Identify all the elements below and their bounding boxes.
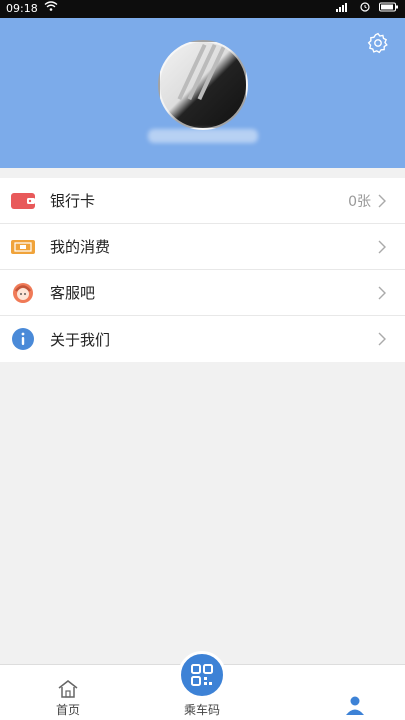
chevron-right-icon <box>378 332 386 346</box>
tab-qr-code-label: 乘车码 <box>183 703 220 717</box>
chevron-right-icon <box>378 194 386 207</box>
menu-item-customer-service[interactable]: 客服吧 <box>0 270 405 316</box>
tab-home-label: 首页 <box>55 703 80 717</box>
tab-mine[interactable] <box>335 688 375 718</box>
customer-service-icon <box>10 280 36 306</box>
tab-home[interactable]: 首页 <box>48 673 88 718</box>
menu-item-my-consumption[interactable]: 我的消费 <box>0 224 405 270</box>
menu-item-label: 银行卡 <box>50 192 96 210</box>
user-icon <box>346 696 364 715</box>
status-time: 09:18 <box>6 2 38 15</box>
status-bar: 09:18 <box>0 0 405 18</box>
bottom-tab-bar: 首页 乘车码 <box>0 651 405 720</box>
status-right <box>330 0 399 18</box>
alarm-icon <box>359 2 374 15</box>
ticket-icon <box>10 234 36 260</box>
menu-item-label: 我的消费 <box>50 238 111 256</box>
gear-icon[interactable] <box>367 32 389 54</box>
menu-item-about-us[interactable]: 关于我们 <box>0 316 405 362</box>
menu-list: 银行卡 0张 我的消费 客服吧 关于我们 <box>0 178 405 362</box>
tab-qr-code[interactable]: 乘车码 <box>172 651 232 718</box>
qr-code-icon <box>178 651 226 699</box>
chevron-right-icon <box>378 240 386 253</box>
signal-icon <box>336 2 354 15</box>
profile-header <box>0 18 405 168</box>
home-icon <box>58 680 78 698</box>
chevron-right-icon <box>378 286 386 299</box>
bank-card-count: 0张 <box>348 193 371 210</box>
info-icon <box>10 326 36 352</box>
menu-item-bank-card[interactable]: 银行卡 0张 <box>0 178 405 224</box>
wallet-icon <box>10 188 36 214</box>
menu-item-label: 客服吧 <box>50 284 96 302</box>
battery-icon <box>379 2 399 15</box>
avatar[interactable] <box>158 40 248 130</box>
menu-item-label: 关于我们 <box>50 330 111 349</box>
username-blurred <box>148 129 258 143</box>
wifi-icon <box>44 0 58 18</box>
